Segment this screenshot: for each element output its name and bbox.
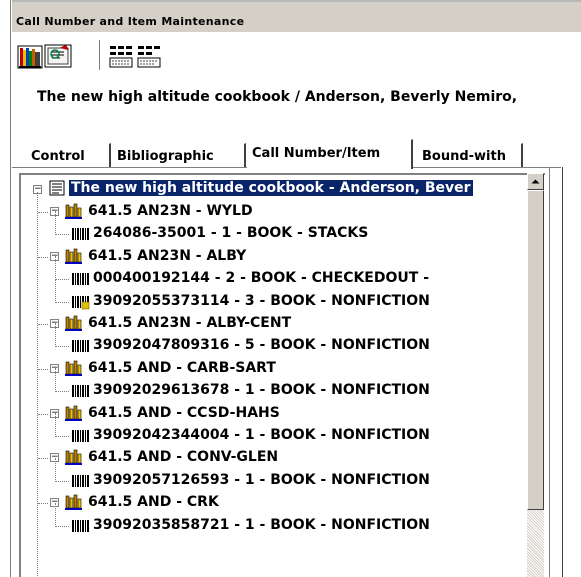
tree-connector-line (55, 302, 69, 303)
tree-connector-line (55, 211, 56, 235)
item-node[interactable]: 39092055373114 - 3 - BOOK - NONFICTION (71, 291, 541, 313)
call-number-icon (65, 449, 82, 465)
tree-connector-line (38, 257, 48, 258)
tree-connector-line (38, 414, 48, 415)
tree-connector-line (55, 503, 56, 527)
item-label: 264086-35001 - 1 - BOOK - STACKS (93, 225, 369, 241)
barcode-icon (72, 340, 89, 352)
item-label: 39092029613678 - 1 - BOOK - NONFICTION (93, 382, 430, 398)
tree-connector-line (55, 346, 69, 347)
tree-connector-line (55, 391, 69, 392)
table-grid-icon[interactable] (108, 42, 136, 70)
list-view-icon[interactable] (136, 42, 164, 70)
tree-connector-line (38, 324, 48, 325)
call-number-node[interactable]: −641.5 AN23N - ALBY-CENT (50, 313, 540, 335)
call-number-node[interactable]: −641.5 AND - CARB-SART (50, 358, 540, 380)
call-number-icon (65, 203, 82, 219)
barcode-icon (72, 385, 89, 397)
tree-connector-line (55, 256, 56, 280)
call-number-icon (65, 248, 82, 264)
tab-control[interactable]: Control (26, 143, 111, 167)
item-node[interactable]: 264086-35001 - 1 - BOOK - STACKS (71, 223, 541, 245)
call-number-icon (65, 494, 82, 510)
item-node[interactable]: 39092057126593 - 1 - BOOK - NONFICTION (71, 470, 541, 492)
tab-bar: Control Bibliographic Call Number/Item B… (12, 139, 581, 169)
item-label: 39092047809316 - 5 - BOOK - NONFICTION (93, 337, 430, 353)
tree-connector-line (55, 436, 69, 437)
tree-connector-line (38, 212, 48, 213)
tree-connector-line (55, 481, 69, 482)
call-number-label: 641.5 AND - CARB-SART (88, 360, 276, 376)
tree-connector-line (55, 458, 56, 482)
item-node[interactable]: 39092029613678 - 1 - BOOK - NONFICTION (71, 380, 541, 402)
scroll-up-arrow-icon[interactable] (527, 173, 544, 190)
item-label: 000400192144 - 2 - BOOK - CHECKEDOUT - (93, 270, 429, 286)
tree-connector-line (55, 279, 69, 280)
holdings-tree[interactable]: − The new high altitude cookbook - Ander… (19, 173, 545, 577)
call-number-icon (65, 315, 82, 331)
tab-call-number-item[interactable]: Call Number/Item (247, 139, 413, 169)
barcode-flagged-icon (72, 296, 90, 310)
item-label: 39092055373114 - 3 - BOOK - NONFICTION (93, 293, 430, 309)
item-label: 39092035858721 - 1 - BOOK - NONFICTION (93, 517, 430, 533)
call-number-label: 641.5 AN23N - ALBY (88, 248, 247, 264)
item-label: 39092057126593 - 1 - BOOK - NONFICTION (93, 472, 430, 488)
catalog-card-icon[interactable] (44, 42, 74, 70)
tree-connector-line (55, 279, 56, 303)
call-number-item-maintenance-window: Call Number and Item Maintenance The new… (0, 0, 581, 577)
item-node[interactable]: 39092047809316 - 5 - BOOK - NONFICTION (71, 335, 541, 357)
item-node[interactable]: 000400192144 - 2 - BOOK - CHECKEDOUT - (71, 268, 541, 290)
window-left-edge (0, 0, 12, 577)
barcode-icon (72, 430, 89, 442)
toolbar (12, 32, 581, 82)
call-number-label: 641.5 AN23N - WYLD (88, 203, 253, 219)
title-bar-top-line (12, 0, 581, 2)
barcode-icon (72, 475, 89, 487)
tree-connector-line (55, 234, 69, 235)
call-number-icon (65, 360, 82, 376)
call-number-node[interactable]: −641.5 AN23N - ALBY (50, 246, 540, 268)
tree-root-node[interactable]: − The new high altitude cookbook - Ander… (33, 178, 543, 200)
tree-connector-line (55, 526, 69, 527)
toolbar-separator (99, 40, 101, 70)
record-title: The new high altitude cookbook / Anderso… (37, 89, 518, 105)
window-title: Call Number and Item Maintenance (16, 15, 245, 28)
call-number-node[interactable]: −641.5 AN23N - WYLD (50, 201, 540, 223)
scroll-thumb[interactable] (527, 190, 544, 510)
title-bar: Call Number and Item Maintenance (12, 0, 581, 32)
tree-connector-line (38, 503, 48, 504)
call-number-node[interactable]: −641.5 AND - CONV-GLEN (50, 447, 540, 469)
barcode-icon (72, 228, 89, 240)
tree-root-label: The new high altitude cookbook - Anderso… (69, 180, 473, 196)
bookshelf-icon[interactable] (16, 42, 44, 70)
call-number-label: 641.5 AN23N - ALBY-CENT (88, 315, 292, 331)
tree-connector-line (55, 368, 56, 392)
call-number-node[interactable]: −641.5 AND - CRK (50, 492, 540, 514)
barcode-icon (72, 520, 89, 532)
tree-connector-line (38, 458, 48, 459)
tree-connector-line (55, 413, 56, 437)
tab-bibliographic[interactable]: Bibliographic (112, 143, 246, 167)
scroll-track[interactable] (527, 510, 544, 577)
call-number-node[interactable]: −641.5 AND - CCSD-HAHS (50, 403, 540, 425)
tree-connector-line (38, 369, 48, 370)
tree-connector-line (55, 323, 56, 347)
call-number-label: 641.5 AND - CRK (88, 494, 219, 510)
tree-connector-line (37, 192, 38, 577)
item-node[interactable]: 39092035858721 - 1 - BOOK - NONFICTION (71, 515, 541, 537)
panel-divider (549, 167, 550, 577)
tab-bound-with[interactable]: Bound-with (417, 143, 523, 167)
vertical-scrollbar[interactable] (527, 173, 544, 577)
record-icon (49, 180, 65, 196)
item-node[interactable]: 39092042344004 - 1 - BOOK - NONFICTION (71, 425, 541, 447)
barcode-icon (72, 273, 89, 285)
item-label: 39092042344004 - 1 - BOOK - NONFICTION (93, 427, 430, 443)
call-number-label: 641.5 AND - CCSD-HAHS (88, 405, 280, 421)
call-number-label: 641.5 AND - CONV-GLEN (88, 449, 279, 465)
panel-divider-dark (562, 167, 563, 577)
call-number-icon (65, 405, 82, 421)
